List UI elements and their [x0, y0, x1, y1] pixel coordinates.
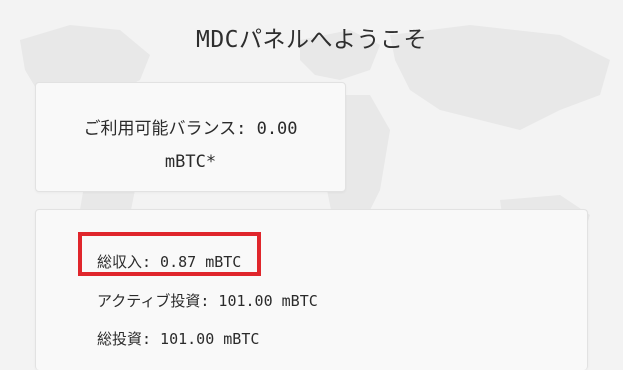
highlight-annotation	[78, 232, 261, 276]
balance-label: ご利用可能バランス: 0.00	[83, 119, 298, 139]
total-investment-stat: 総投資: 101.00 mBTC	[97, 330, 260, 348]
page-title: MDCパネルへようこそ	[195, 27, 428, 53]
balance-unit: mBTC*	[164, 152, 217, 172]
balance-card: ご利用可能バランス: 0.00 mBTC*	[35, 82, 346, 192]
balance-display: ご利用可能バランス: 0.00 mBTC*	[36, 113, 345, 179]
active-investment-stat: アクティブ投資: 101.00 mBTC	[97, 292, 318, 310]
